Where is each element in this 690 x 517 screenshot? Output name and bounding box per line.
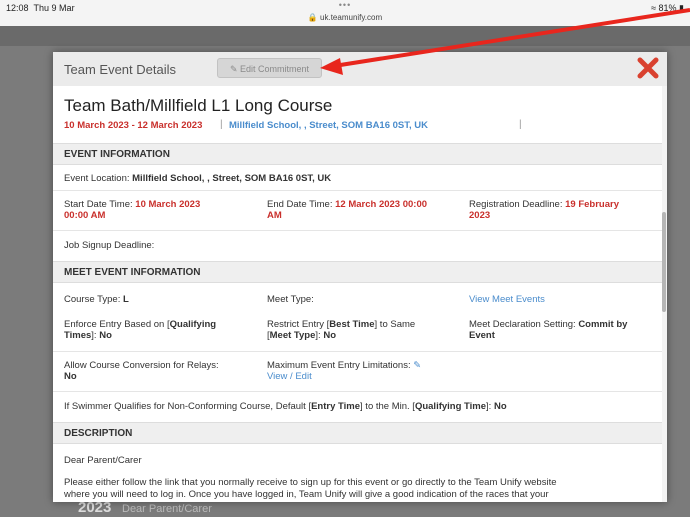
red-arrow-annotation: [320, 8, 690, 75]
